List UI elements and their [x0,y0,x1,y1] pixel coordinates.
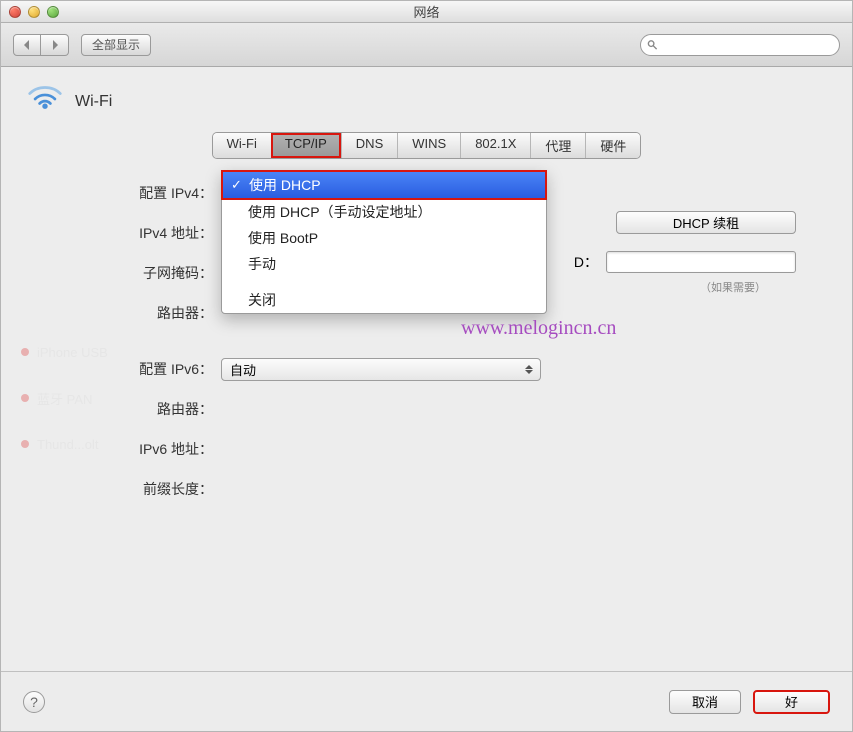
label-router-v4: 路由器： [31,303,221,323]
nav-segment [13,34,69,56]
tab-tcpip[interactable]: TCP/IP [271,133,341,158]
tab-wins[interactable]: WINS [397,133,460,158]
tab-8021x[interactable]: 802.1X [460,133,530,158]
tab-proxy[interactable]: 代理 [530,133,585,158]
wifi-icon [27,85,63,118]
chevron-right-icon [50,40,60,50]
dhcp-client-id-input[interactable] [606,251,796,273]
search-input[interactable] [662,37,833,53]
cancel-button[interactable]: 取消 [669,690,741,714]
configure-ipv6-select[interactable]: 自动 [221,358,541,381]
dhcp-renew-label: DHCP 续租 [673,213,739,232]
label-configure-ipv4: 配置 IPv4： [31,183,221,203]
help-icon: ? [30,694,38,710]
back-button[interactable] [13,34,41,56]
dhcp-client-id-hint: （如果需要） [700,279,766,295]
help-button[interactable]: ? [23,691,45,713]
tcpip-form: iPhone USB 蓝牙 PAN Thund...olt DHCP 续租 D：… [1,159,852,509]
ok-label: 好 [785,692,798,711]
title-bar: 网络 [1,1,852,23]
dhcp-client-id-row: D： [574,251,796,273]
label-prefix-length: 前缀长度： [31,479,221,499]
search-icon [647,39,658,51]
ipv4-option-use-dhcp[interactable]: 使用 DHCP [221,170,547,200]
dhcp-client-id-label: D： [574,252,598,272]
dialog-button-bar: ? 取消 好 [1,671,852,731]
chevron-updown-icon [522,362,536,377]
search-field[interactable] [640,34,840,56]
ipv4-option-use-dhcp-manual[interactable]: 使用 DHCP（手动设定地址） [222,199,546,225]
forward-button[interactable] [41,34,69,56]
dhcp-renew-button[interactable]: DHCP 续租 [616,211,796,234]
tab-dns[interactable]: DNS [341,133,397,158]
panel-title: Wi-Fi [75,93,112,111]
show-all-label: 全部显示 [92,36,140,53]
ipv4-option-manual[interactable]: 手动 [222,251,546,277]
configure-ipv4-menu[interactable]: 使用 DHCP 使用 DHCP（手动设定地址） 使用 BootP 手动 关闭 [221,170,547,314]
ipv4-option-use-bootp[interactable]: 使用 BootP [222,225,546,251]
ok-button[interactable]: 好 [753,690,830,714]
preferences-window: 网络 全部显示 Wi-Fi Wi-Fi TCP/IP [0,0,853,732]
tab-wifi[interactable]: Wi-Fi [213,133,271,158]
background-ghost: iPhone USB 蓝牙 PAN Thund...olt [21,329,221,467]
chevron-left-icon [22,40,32,50]
show-all-button[interactable]: 全部显示 [81,34,151,56]
window-title: 网络 [1,2,852,21]
panel-header: Wi-Fi [1,67,852,128]
label-ipv4-address: IPv4 地址： [31,223,221,243]
label-subnet-mask: 子网掩码： [31,263,221,283]
toolbar: 全部显示 [1,23,852,67]
cancel-label: 取消 [692,692,718,711]
configure-ipv6-value: 自动 [230,360,256,379]
ipv4-option-off[interactable]: 关闭 [222,287,546,313]
tab-hardware[interactable]: 硬件 [585,133,640,158]
tab-bar: Wi-Fi TCP/IP DNS WINS 802.1X 代理 硬件 [1,132,852,159]
